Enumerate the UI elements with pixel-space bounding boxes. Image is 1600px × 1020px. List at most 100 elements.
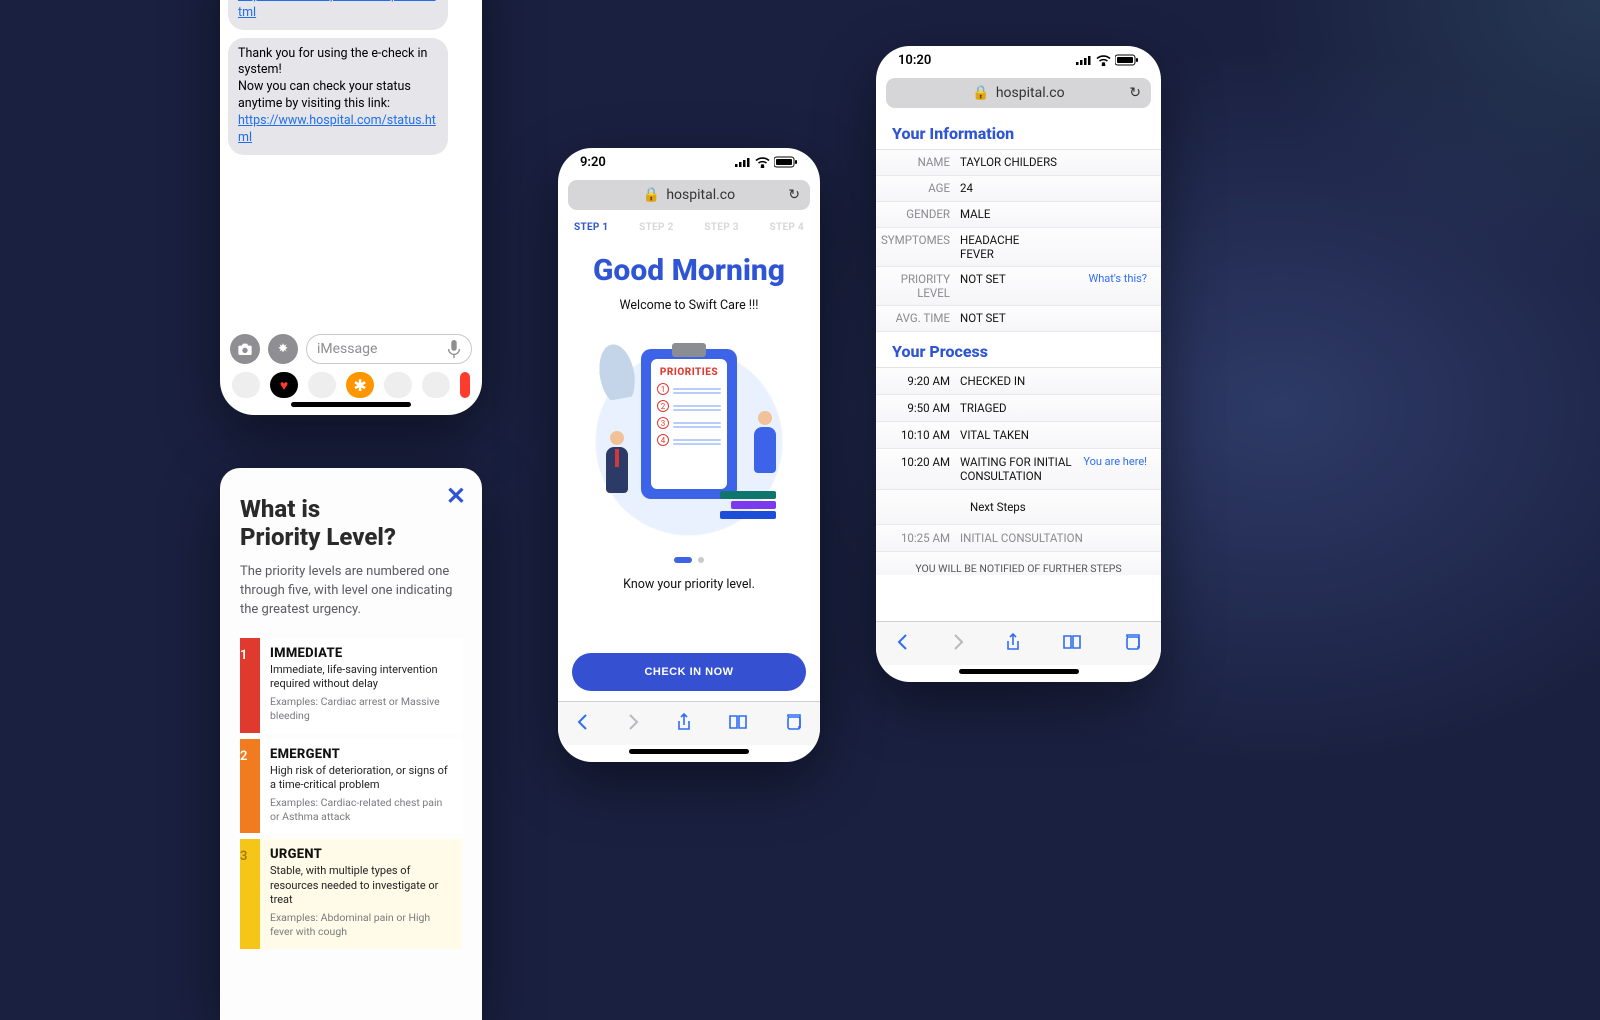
url-bar[interactable]: 🔒 hospital.co ↻	[568, 180, 810, 210]
app-pill[interactable]	[232, 372, 260, 398]
compose-input[interactable]: iMessage	[306, 334, 472, 364]
tabs-icon[interactable]	[1123, 633, 1141, 655]
app-pill[interactable]	[384, 372, 412, 398]
home-indicator[interactable]	[629, 749, 749, 754]
step-label[interactable]: STEP 3	[704, 222, 738, 233]
app-pill-heart[interactable]: ♥	[270, 372, 298, 398]
bookmarks-icon[interactable]	[1062, 634, 1082, 654]
step-label[interactable]: STEP 1	[574, 222, 608, 233]
battery-icon	[774, 156, 798, 168]
carousel-dot[interactable]	[674, 557, 692, 563]
sms-bubble: Welcome. Please, start the check in proc…	[228, 0, 448, 30]
status-bar: 9:20	[558, 148, 820, 176]
priority-level-modal: ✕ What is Priority Level? The priority l…	[220, 468, 482, 1020]
check-in-button[interactable]: CHECK IN NOW	[572, 653, 806, 691]
info-value: MALE	[960, 207, 1151, 221]
camera-icon[interactable]	[230, 334, 260, 364]
process-status: VITAL TAKEN	[960, 428, 1151, 442]
step-label[interactable]: STEP 2	[639, 222, 673, 233]
priority-desc: Stable, with multiple types of resources…	[270, 864, 454, 907]
priority-name: IMMEDIATE	[270, 646, 454, 661]
info-row-name: NAME TAYLOR CHILDERS	[876, 150, 1161, 176]
section-header-info: Your Information	[876, 114, 1161, 150]
priority-num: 1	[240, 648, 247, 663]
app-pill[interactable]	[308, 372, 336, 398]
app-pill[interactable]	[460, 372, 470, 398]
app-strip[interactable]: ♥ ✱	[220, 368, 482, 398]
priority-num: 2	[240, 749, 247, 764]
carousel-caption: Know your priority level.	[572, 577, 806, 592]
priority-level-row: 3 URGENT Stable, with multiple types of …	[240, 839, 462, 948]
process-row: 9:20 AM CHECKED IN	[876, 368, 1161, 395]
process-status: INITIAL CONSULTATION	[960, 531, 1151, 545]
home-indicator[interactable]	[959, 669, 1079, 674]
sms-link[interactable]: https://www.hospital.com/qrcode.html	[238, 0, 436, 20]
phone-status: 10:20 🔒 hospital.co ↻ Your Information N…	[876, 46, 1161, 682]
whats-this-link[interactable]: What's this?	[1088, 272, 1151, 285]
sms-text: Thank you for using the e-check in syste…	[238, 46, 427, 112]
modal-lead: The priority levels are numbered one thr…	[240, 563, 462, 620]
priority-desc: High risk of deterioration, or signs of …	[270, 764, 454, 793]
app-pill-wheel[interactable]: ✱	[346, 372, 374, 398]
phone-sms: Welcome. Please, start the check in proc…	[220, 0, 482, 415]
status-icons	[1076, 54, 1139, 66]
refresh-icon[interactable]: ↻	[1129, 85, 1141, 101]
url-bar[interactable]: 🔒 hospital.co ↻	[886, 78, 1151, 108]
process-status: TRIAGED	[960, 401, 1151, 415]
section-header-process: Your Process	[876, 332, 1161, 368]
wifi-icon	[755, 157, 770, 168]
info-value: 24	[960, 181, 1151, 195]
notify-text: YOU WILL BE NOTIFIED OF FURTHER STEPS	[876, 552, 1161, 575]
modal-title-line: Priority Level?	[240, 523, 396, 551]
info-value: TAYLOR CHILDERS	[960, 155, 1151, 169]
back-icon[interactable]	[896, 633, 910, 655]
share-icon[interactable]	[676, 712, 692, 736]
process-time: 10:20 AM	[876, 455, 960, 469]
info-value: NOT SET	[960, 272, 1088, 286]
process-status: CHECKED IN	[960, 374, 1151, 388]
carousel-dots[interactable]	[572, 557, 806, 563]
modal-title-line: What is	[240, 495, 320, 523]
back-icon[interactable]	[576, 713, 590, 735]
bookmarks-icon[interactable]	[728, 714, 748, 734]
info-value: HEADACHE FEVER	[960, 233, 1151, 261]
close-icon[interactable]: ✕	[446, 482, 466, 510]
page-subtitle: Welcome to Swift Care !!!	[572, 298, 806, 313]
carousel-dot[interactable]	[698, 557, 704, 563]
status-time: 10:20	[898, 53, 931, 68]
app-pill[interactable]	[422, 372, 450, 398]
you-are-here-badge: You are here!	[1083, 455, 1151, 468]
priority-examples: Examples: Abdominal pain or High fever w…	[270, 911, 454, 938]
step-label[interactable]: STEP 4	[770, 222, 804, 233]
status-icons	[735, 156, 798, 168]
modal-title: What is Priority Level?	[240, 496, 462, 551]
share-icon[interactable]	[1005, 632, 1021, 656]
info-row-symptoms: SYMPTOMES HEADACHE FEVER	[876, 228, 1161, 267]
sms-link[interactable]: https://www.hospital.com/status.html	[238, 113, 436, 145]
forward-icon	[626, 713, 640, 735]
onboarding-illustration: PRIORITIES 1 2 3 4	[572, 321, 806, 541]
tabs-icon[interactable]	[784, 713, 802, 735]
status-bar: 10:20	[876, 46, 1161, 74]
info-label: SYMPTOMES	[876, 233, 960, 247]
home-indicator[interactable]	[291, 402, 411, 407]
info-label: NAME	[876, 155, 960, 169]
process-row-future: 10:25 AM INITIAL CONSULTATION	[876, 525, 1161, 552]
info-label: PRIORITY LEVEL	[876, 272, 960, 300]
mic-icon[interactable]	[447, 340, 461, 358]
priority-name: URGENT	[270, 847, 454, 862]
forward-icon	[951, 633, 965, 655]
refresh-icon[interactable]: ↻	[788, 187, 800, 203]
info-row-avgtime: AVG. TIME NOT SET	[876, 306, 1161, 332]
battery-icon	[1115, 54, 1139, 66]
compose-placeholder: iMessage	[317, 341, 377, 357]
cell-signal-icon	[735, 157, 751, 167]
appstore-icon[interactable]	[268, 334, 298, 364]
message-thread: Welcome. Please, start the check in proc…	[220, 0, 482, 328]
status-time: 9:20	[580, 155, 606, 170]
safari-toolbar	[558, 701, 820, 745]
process-row-current: 10:20 AM WAITING FOR INITIAL CONSULTATIO…	[876, 449, 1161, 490]
url-text: hospital.co	[996, 85, 1065, 101]
wifi-icon	[1096, 55, 1111, 66]
sms-bubble: Thank you for using the e-check in syste…	[228, 38, 448, 155]
